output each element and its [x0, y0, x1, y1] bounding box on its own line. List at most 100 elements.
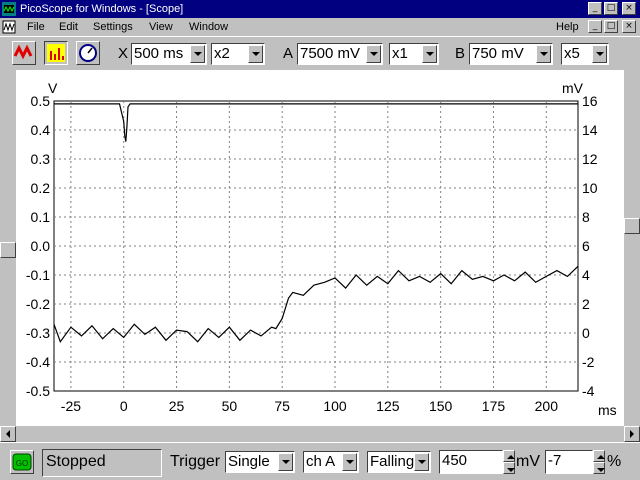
trigger-mode-select[interactable]: Single — [225, 451, 295, 473]
left-tick-label: 0.0 — [31, 238, 51, 254]
left-tick-label: 0.4 — [31, 122, 51, 138]
left-tick-label: -0.4 — [26, 354, 50, 370]
go-label: GO — [16, 459, 28, 468]
doc-restore-button[interactable]: □ — [604, 20, 618, 33]
scope-plot-area: 0.5 0.4 0.3 0.2 0.1 0.0 -0.1 -0.2 -0.3 -0.4 -0.5 16… — [0, 70, 640, 426]
x-tick-label: 150 — [429, 398, 453, 414]
channel-b-range-select[interactable]: 750 mV — [469, 43, 553, 65]
right-vertical-scrollbar[interactable] — [624, 70, 640, 426]
channel-b-multiplier-select[interactable]: x5 — [561, 43, 609, 65]
x-multiplier-value: x2 — [214, 45, 230, 62]
x-tick-label: 50 — [222, 398, 238, 414]
chevron-down-icon[interactable] — [342, 453, 357, 471]
scroll-left-arrow-icon[interactable] — [0, 426, 16, 442]
left-vertical-scrollbar[interactable] — [0, 70, 16, 426]
x-tick-label: 0 — [120, 398, 128, 414]
right-axis-unit: mV — [562, 80, 584, 96]
trigger-delay-input[interactable]: -7 — [545, 450, 593, 474]
trigger-label: Trigger — [170, 453, 221, 470]
channel-b-multiplier-value: x5 — [564, 45, 580, 62]
delay-down-arrow-icon[interactable] — [593, 462, 605, 474]
x-tick-label: 125 — [376, 398, 400, 414]
trigger-level-input[interactable]: 450 — [439, 450, 503, 474]
chevron-down-icon[interactable] — [278, 453, 293, 471]
spectrum-mode-button[interactable] — [44, 41, 68, 65]
menu-view[interactable]: View — [149, 20, 173, 34]
menu-file[interactable]: File — [27, 20, 45, 34]
level-down-arrow-icon[interactable] — [503, 462, 515, 474]
chevron-down-icon[interactable] — [190, 45, 205, 63]
x-tick-label: 25 — [169, 398, 185, 414]
trigger-channel-value: ch A — [306, 453, 336, 470]
left-scroll-thumb[interactable] — [0, 242, 16, 258]
chevron-down-icon[interactable] — [592, 45, 607, 63]
left-axis-unit: V — [48, 80, 58, 96]
meter-dial-icon — [79, 44, 97, 62]
left-tick-label: 0.2 — [31, 180, 51, 196]
level-up-arrow-icon[interactable] — [503, 450, 515, 462]
chevron-down-icon[interactable] — [414, 453, 429, 471]
right-scroll-thumb[interactable] — [624, 218, 640, 234]
minimize-button[interactable]: _ — [588, 2, 602, 15]
channel-a-range-value: 7500 mV — [300, 45, 361, 62]
x-axis-label: X — [118, 45, 129, 62]
window-title: PicoScope for Windows - [Scope] — [20, 3, 184, 15]
x-tick-label: -25 — [61, 398, 81, 414]
channel-a-multiplier-select[interactable]: x1 — [389, 43, 439, 65]
x-tick-label: 100 — [323, 398, 347, 414]
maximize-button[interactable]: □ — [604, 2, 618, 15]
menu-window[interactable]: Window — [189, 20, 228, 34]
scope-mode-button[interactable] — [12, 41, 36, 65]
menu-edit[interactable]: Edit — [59, 20, 78, 34]
right-tick-label: -2 — [582, 354, 595, 370]
x-multiplier-select[interactable]: x2 — [211, 43, 265, 65]
trigger-mode-value: Single — [228, 453, 270, 470]
timebase-select[interactable]: 500 ms — [131, 43, 207, 65]
trigger-edge-select[interactable]: Falling — [367, 451, 431, 473]
scroll-right-arrow-icon[interactable] — [624, 426, 640, 442]
trigger-channel-select[interactable]: ch A — [303, 451, 359, 473]
go-icon: GO — [12, 453, 32, 471]
right-tick-label: 16 — [582, 93, 598, 109]
timebase-value: 500 ms — [134, 45, 184, 62]
right-tick-label: 8 — [582, 209, 590, 225]
right-tick-label: 14 — [582, 122, 598, 138]
meter-mode-button[interactable] — [76, 41, 100, 65]
right-tick-label: 0 — [582, 325, 590, 341]
x-axis-unit: ms — [598, 402, 617, 418]
left-tick-label: -0.5 — [26, 383, 50, 399]
left-tick-label: 0.3 — [31, 151, 51, 167]
chevron-down-icon[interactable] — [248, 45, 263, 63]
go-button[interactable]: GO — [10, 450, 34, 474]
menu-help[interactable]: Help — [556, 20, 579, 34]
scope-chart: 0.50.40.30.20.10.0-0.1-0.2-0.3-0.4-0.516… — [26, 80, 617, 418]
channel-a-range-select[interactable]: 7500 mV — [297, 43, 383, 65]
right-tick-label: 12 — [582, 151, 598, 167]
delay-up-arrow-icon[interactable] — [593, 450, 605, 462]
channel-a-label: A — [283, 45, 294, 62]
toolbar: X 500 ms x2 A 7500 mV x1 B 750 mV x5 — [0, 36, 640, 70]
chevron-down-icon[interactable] — [422, 45, 437, 63]
menu-bar: File Edit Settings View Window Help _ □ … — [0, 18, 640, 36]
close-button[interactable]: × — [622, 2, 636, 15]
left-tick-label: -0.2 — [26, 296, 50, 312]
doc-minimize-button[interactable]: _ — [588, 20, 602, 33]
left-tick-label: -0.3 — [26, 325, 50, 341]
channel-a-multiplier-value: x1 — [392, 45, 408, 62]
title-bar: PicoScope for Windows - [Scope] _ □ × — [0, 0, 640, 18]
right-tick-label: -4 — [582, 383, 595, 399]
menu-settings[interactable]: Settings — [93, 20, 133, 34]
left-tick-label: 0.1 — [31, 209, 51, 225]
chevron-down-icon[interactable] — [536, 45, 551, 63]
right-tick-label: 4 — [582, 267, 590, 283]
x-tick-label: 200 — [535, 398, 559, 414]
chevron-down-icon[interactable] — [366, 45, 381, 63]
document-icon[interactable] — [2, 20, 16, 34]
doc-close-button[interactable]: × — [622, 20, 636, 33]
scope-wave-icon — [13, 44, 33, 60]
trigger-level-value: 450 — [442, 452, 468, 469]
x-tick-label: 75 — [274, 398, 290, 414]
horizontal-scrollbar[interactable] — [0, 426, 640, 442]
trigger-edge-value: Falling — [370, 453, 415, 470]
run-state-panel: Stopped — [42, 449, 162, 477]
